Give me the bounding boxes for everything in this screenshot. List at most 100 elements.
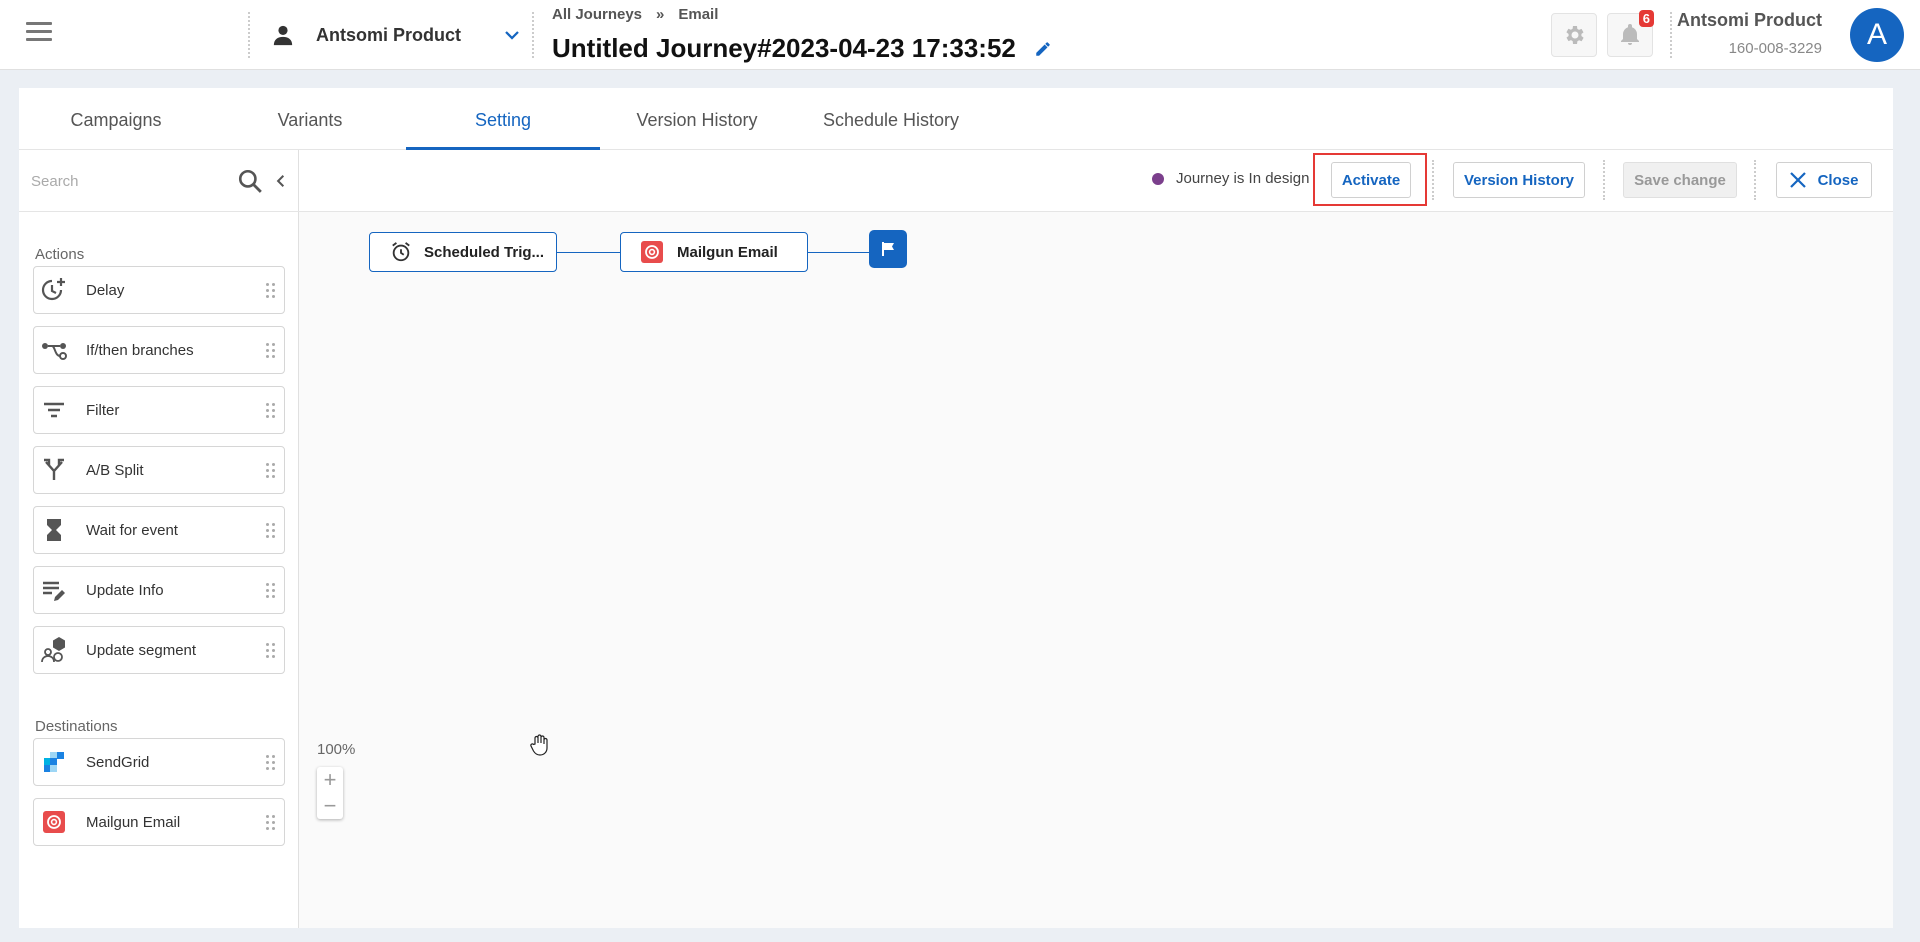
journey-editor: Campaigns Variants Setting Version Histo…	[19, 88, 1893, 928]
tab-campaigns[interactable]: Campaigns	[19, 88, 213, 150]
palette-item-label: Delay	[86, 281, 125, 299]
palette-item-delay[interactable]: Delay	[33, 266, 285, 314]
node-palette: Actions Delay If/then branches Filter A/…	[19, 150, 299, 928]
mailgun-icon	[641, 241, 663, 263]
tab-variants[interactable]: Variants	[213, 88, 407, 150]
portal-switcher[interactable]: Antsomi Product	[272, 20, 521, 50]
portal-name: Antsomi Product	[316, 24, 462, 45]
palette-item-ab-split[interactable]: A/B Split	[33, 446, 285, 494]
close-icon	[1789, 172, 1806, 188]
zoom-level: 100%	[317, 741, 356, 758]
drag-handle-icon[interactable]	[266, 581, 276, 599]
palette-search	[19, 150, 299, 212]
palette-item-wait-for-event[interactable]: Wait for event	[33, 506, 285, 554]
mailgun-icon	[40, 808, 68, 836]
canvas-toolbar: Journey is In design Activate Version Hi…	[299, 150, 1893, 212]
search-input[interactable]	[31, 168, 231, 194]
drag-handle-icon[interactable]	[266, 401, 276, 419]
drag-handle-icon[interactable]	[266, 341, 276, 359]
palette-item-update-segment[interactable]: Update segment	[33, 626, 285, 674]
search-icon[interactable]	[237, 168, 263, 194]
header-divider	[1670, 12, 1672, 58]
breadcrumb-all-journeys[interactable]: All Journeys	[552, 6, 642, 23]
toolbar-divider	[1603, 160, 1605, 200]
flow-connector	[808, 252, 872, 253]
chevron-down-icon	[505, 31, 519, 40]
palette-item-label: A/B Split	[86, 461, 144, 479]
actions-section-label: Actions	[35, 246, 85, 263]
pencil-icon[interactable]	[1034, 40, 1052, 58]
notification-badge: 6	[1638, 10, 1654, 27]
edit-list-icon	[40, 576, 68, 604]
palette-item-label: Mailgun Email	[86, 813, 181, 831]
drag-handle-icon[interactable]	[266, 753, 276, 771]
flow-node-mailgun-email[interactable]: Mailgun Email	[620, 232, 808, 272]
bell-icon	[1621, 24, 1639, 45]
collapse-sidebar-icon[interactable]	[274, 174, 288, 188]
drag-handle-icon[interactable]	[266, 813, 276, 831]
alarm-clock-icon	[392, 242, 410, 262]
user-icon	[273, 25, 293, 46]
toolbar-divider	[1754, 160, 1756, 200]
journey-canvas[interactable]: Journey is In design Activate Version Hi…	[299, 150, 1893, 928]
avatar[interactable]: A	[1850, 8, 1904, 62]
toolbar-divider	[1432, 160, 1434, 200]
drag-handle-icon[interactable]	[266, 521, 276, 539]
activate-button[interactable]: Activate	[1331, 162, 1411, 198]
delay-icon	[40, 276, 68, 304]
palette-item-filter[interactable]: Filter	[33, 386, 285, 434]
zoom-controls: + −	[317, 767, 343, 819]
destinations-section-label: Destinations	[35, 718, 118, 735]
close-label: Close	[1817, 171, 1859, 189]
version-history-button[interactable]: Version History	[1453, 162, 1585, 198]
gear-icon	[1566, 26, 1584, 44]
palette-item-if-then[interactable]: If/then branches	[33, 326, 285, 374]
zoom-in-button[interactable]: +	[317, 767, 343, 793]
hourglass-icon	[40, 516, 68, 544]
header-divider	[248, 12, 250, 58]
status-text: Journey is In design	[1176, 170, 1310, 187]
tab-schedule-history[interactable]: Schedule History	[794, 88, 988, 150]
palette-item-mailgun[interactable]: Mailgun Email	[33, 798, 285, 846]
flow-connector	[557, 252, 621, 253]
flow-node-label: Mailgun Email	[677, 243, 778, 261]
breadcrumb-current: Email	[678, 6, 719, 23]
hand-cursor-icon	[530, 734, 548, 756]
drag-handle-icon[interactable]	[266, 641, 276, 659]
flag-icon	[882, 242, 894, 256]
branch-icon	[40, 336, 68, 364]
palette-item-label: Filter	[86, 401, 120, 419]
tab-bar: Campaigns Variants Setting Version Histo…	[19, 88, 1893, 150]
close-button[interactable]: Close	[1776, 162, 1872, 198]
drag-handle-icon[interactable]	[266, 281, 276, 299]
journey-status: Journey is In design	[1152, 170, 1309, 187]
header-divider	[532, 12, 534, 58]
zoom-out-button[interactable]: −	[317, 793, 343, 819]
palette-item-label: Update segment	[86, 641, 197, 659]
split-icon	[40, 456, 68, 484]
user-id: 160-008-3229	[1728, 40, 1822, 57]
tab-setting[interactable]: Setting	[406, 88, 600, 150]
save-change-button[interactable]: Save change	[1623, 162, 1737, 198]
palette-item-update-info[interactable]: Update Info	[33, 566, 285, 614]
app-header: Antsomi Product All Journeys » Email Unt…	[0, 0, 1920, 70]
notifications-button[interactable]: 6	[1607, 10, 1654, 57]
drag-handle-icon[interactable]	[266, 461, 276, 479]
tab-version-history[interactable]: Version History	[600, 88, 794, 150]
settings-button[interactable]	[1551, 13, 1597, 57]
page-title: Untitled Journey#2023-04-23 17:33:52	[552, 33, 1052, 64]
filter-icon	[40, 396, 68, 424]
segment-icon	[40, 636, 68, 664]
breadcrumb: All Journeys » Email	[552, 6, 718, 23]
flow-node-scheduled-trigger[interactable]: Scheduled Trig...	[369, 232, 557, 272]
palette-item-sendgrid[interactable]: SendGrid	[33, 738, 285, 786]
status-dot	[1152, 172, 1164, 185]
palette-item-label: If/then branches	[86, 341, 194, 359]
flow-node-label: Scheduled Trig...	[424, 243, 545, 261]
palette-item-label: Update Info	[86, 581, 164, 599]
flow-end-node[interactable]	[869, 230, 907, 268]
user-info: Antsomi Product 160-008-3229	[1677, 10, 1822, 57]
palette-item-label: SendGrid	[86, 753, 150, 771]
hamburger-menu-icon[interactable]	[26, 22, 52, 44]
breadcrumb-separator: »	[656, 6, 665, 23]
